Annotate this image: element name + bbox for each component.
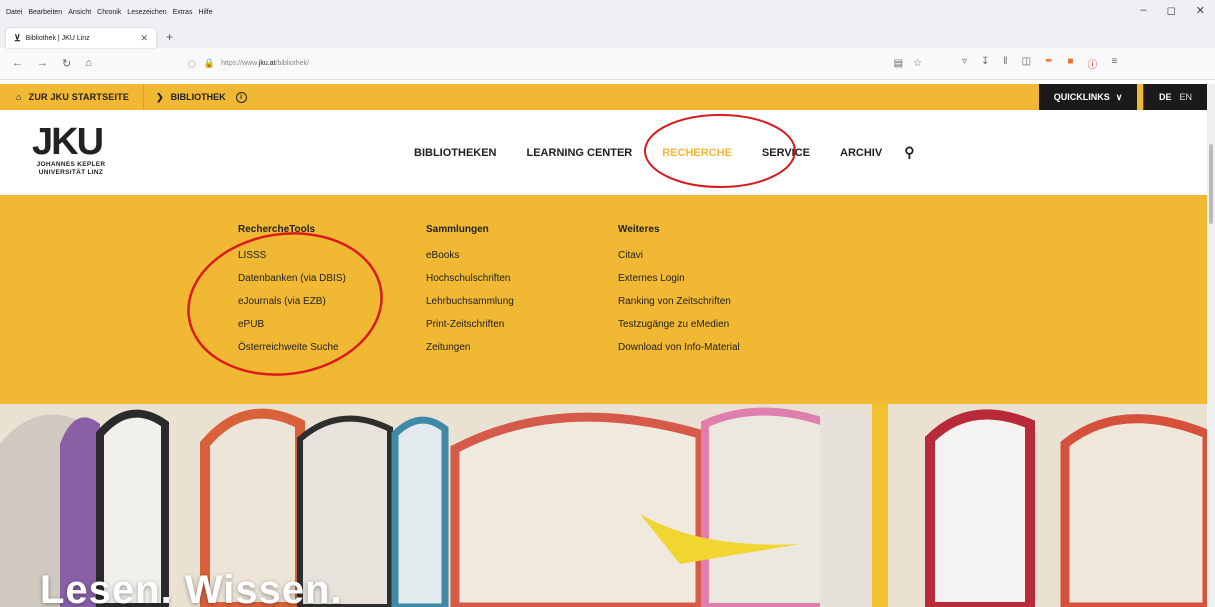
url-prefix: https://www. bbox=[221, 60, 259, 67]
maximize-icon[interactable]: ◻ bbox=[1167, 4, 1176, 17]
menu-bearbeiten[interactable]: Bearbeiten bbox=[28, 9, 62, 16]
house-icon: ⌂ bbox=[16, 92, 22, 102]
breadcrumb-label: BIBLIOTHEK bbox=[170, 92, 226, 102]
info-icon[interactable]: i bbox=[235, 91, 247, 103]
nav-service[interactable]: SERVICE bbox=[762, 147, 810, 159]
browser-tabbar: ⊻ Bibliothek | JKU Linz ✕ + bbox=[0, 24, 1215, 48]
home-link[interactable]: ⌂ ZUR JKU STARTSEITE bbox=[0, 84, 145, 110]
app-menu-icon[interactable]: ≡ bbox=[1111, 56, 1117, 71]
logo-mark: JKU bbox=[32, 121, 104, 163]
menu-hilfe[interactable]: Hilfe bbox=[198, 9, 212, 16]
browser-tab[interactable]: ⊻ Bibliothek | JKU Linz ✕ bbox=[6, 28, 156, 48]
bookmark-star-icon[interactable]: ☆ bbox=[913, 58, 922, 69]
menu-lesezeichen[interactable]: Lesezeichen bbox=[127, 9, 166, 16]
download-icon[interactable]: ↧ bbox=[981, 56, 989, 71]
quicklinks-button[interactable]: QUICKLINKS ∨ bbox=[1039, 84, 1137, 110]
hero-title: Lesen. Wissen. bbox=[40, 568, 343, 607]
extension-help-icon[interactable]: ⓘ bbox=[1087, 56, 1097, 71]
menu-link-testzugaenge[interactable]: Testzugänge zu eMedien bbox=[618, 319, 740, 330]
lock-icon[interactable]: 🔒 bbox=[204, 58, 215, 69]
site-top-strip: ⌂ ZUR JKU STARTSEITE ❯ BIBLIOTHEK i QUIC… bbox=[0, 84, 1207, 110]
url-bar[interactable]: ◯ 🔒 https://www. jku.at/bibliothek/ ▤ ☆ bbox=[182, 53, 962, 75]
menu-link-ejournals[interactable]: eJournals (via EZB) bbox=[238, 296, 346, 307]
search-icon[interactable]: ⚲ bbox=[904, 144, 914, 161]
minimize-icon[interactable]: – bbox=[1141, 4, 1147, 17]
hero-banner: Lesen. Wissen. bbox=[0, 404, 1207, 607]
menu-extras[interactable]: Extras bbox=[173, 9, 193, 16]
breadcrumb[interactable]: ❯ BIBLIOTHEK i bbox=[144, 91, 247, 103]
logo-line2: UNIVERSITÄT LINZ bbox=[38, 169, 104, 176]
menu-column-weiteres: Weiteres Citavi Externes Login Ranking v… bbox=[618, 224, 740, 365]
url-domain: jku.at bbox=[258, 60, 276, 67]
menu-link-externes-login[interactable]: Externes Login bbox=[618, 273, 740, 284]
nav-archiv[interactable]: ARCHIV bbox=[840, 147, 882, 159]
column-heading: RechercheTools bbox=[238, 224, 316, 235]
menu-column-recherchetools: RechercheTools LISSS Datenbanken (via DB… bbox=[238, 224, 346, 365]
quicklinks-label: QUICKLINKS bbox=[1053, 92, 1110, 102]
menu-link-print-zeitschriften[interactable]: Print-Zeitschriften bbox=[426, 319, 514, 330]
menu-chronik[interactable]: Chronik bbox=[97, 9, 121, 16]
menu-link-epub[interactable]: ePUB bbox=[238, 319, 346, 330]
close-tab-icon[interactable]: ✕ bbox=[140, 33, 148, 44]
menu-link-zeitungen[interactable]: Zeitungen bbox=[426, 342, 514, 353]
main-nav: BIBLIOTHEKEN LEARNING CENTER RECHERCHE S… bbox=[414, 144, 944, 161]
extension-square-icon[interactable]: ■ bbox=[1067, 56, 1073, 71]
forward-icon[interactable]: → bbox=[37, 57, 48, 70]
menu-link-lehrbuchsammlung[interactable]: Lehrbuchsammlung bbox=[426, 296, 514, 307]
browser-menubar: Datei Bearbeiten Ansicht Chronik Lesezei… bbox=[0, 0, 1215, 24]
nav-recherche[interactable]: RECHERCHE bbox=[662, 147, 732, 159]
back-icon[interactable]: ← bbox=[12, 57, 23, 70]
menu-link-download-info[interactable]: Download von Info-Material bbox=[618, 342, 740, 353]
page-scrollbar[interactable] bbox=[1207, 84, 1215, 607]
close-window-icon[interactable]: ✕ bbox=[1196, 4, 1205, 17]
column-heading: Weiteres bbox=[618, 224, 660, 235]
logo-line1: JOHANNES KEPLER bbox=[36, 161, 106, 168]
menu-link-hochschulschriften[interactable]: Hochschulschriften bbox=[426, 273, 514, 284]
recherche-megamenu: RechercheTools LISSS Datenbanken (via DB… bbox=[0, 195, 1207, 404]
menu-link-ebooks[interactable]: eBooks bbox=[426, 250, 514, 261]
reload-icon[interactable]: ↻ bbox=[62, 57, 71, 70]
jku-logo[interactable]: JKU JOHANNES KEPLER UNIVERSITÄT LINZ bbox=[32, 121, 110, 176]
tab-title: Bibliothek | JKU Linz bbox=[25, 34, 90, 42]
chevron-right-icon: ❯ bbox=[156, 91, 164, 102]
menu-link-oesterreichweite-suche[interactable]: Österreichweite Suche bbox=[238, 342, 346, 353]
chevron-down-icon: ∨ bbox=[1115, 91, 1123, 102]
menu-ansicht[interactable]: Ansicht bbox=[68, 9, 91, 16]
home-link-label: ZUR JKU STARTSEITE bbox=[28, 92, 130, 102]
new-tab-icon[interactable]: + bbox=[166, 30, 173, 44]
nav-learning-center[interactable]: LEARNING CENTER bbox=[527, 147, 633, 159]
extension-pen-icon[interactable]: ✒ bbox=[1045, 56, 1053, 71]
browser-navbar: ← → ↻ ⌂ ◯ 🔒 https://www. jku.at/bibliothe… bbox=[0, 48, 1215, 80]
lang-de[interactable]: DE bbox=[1159, 92, 1172, 102]
nav-bibliotheken[interactable]: BIBLIOTHEKEN bbox=[414, 147, 497, 159]
shield-icon[interactable]: ◯ bbox=[188, 60, 196, 68]
language-switcher: DE EN bbox=[1143, 84, 1207, 110]
jku-favicon-icon: ⊻ bbox=[14, 32, 21, 43]
window-controls: – ◻ ✕ bbox=[1141, 4, 1205, 17]
home-icon[interactable]: ⌂ bbox=[85, 57, 92, 70]
scrollbar-thumb[interactable] bbox=[1209, 144, 1213, 224]
menu-link-lisss[interactable]: LISSS bbox=[238, 250, 346, 261]
site-header: JKU JOHANNES KEPLER UNIVERSITÄT LINZ BIB… bbox=[0, 110, 1207, 195]
url-path: /bibliothek/ bbox=[275, 60, 309, 67]
reader-view-icon[interactable]: ▤ bbox=[894, 58, 903, 69]
sidebar-icon[interactable]: ◫ bbox=[1022, 56, 1031, 71]
menu-link-ranking[interactable]: Ranking von Zeitschriften bbox=[618, 296, 740, 307]
menu-link-datenbanken[interactable]: Datenbanken (via DBIS) bbox=[238, 273, 346, 284]
pocket-icon[interactable]: ▿ bbox=[962, 56, 967, 71]
column-heading: Sammlungen bbox=[426, 224, 489, 235]
menu-datei[interactable]: Datei bbox=[6, 9, 22, 16]
lang-en[interactable]: EN bbox=[1180, 92, 1193, 102]
library-icon[interactable]: ‖ bbox=[1003, 56, 1007, 71]
menu-link-citavi[interactable]: Citavi bbox=[618, 250, 740, 261]
menu-column-sammlungen: Sammlungen eBooks Hochschulschriften Leh… bbox=[426, 224, 514, 365]
